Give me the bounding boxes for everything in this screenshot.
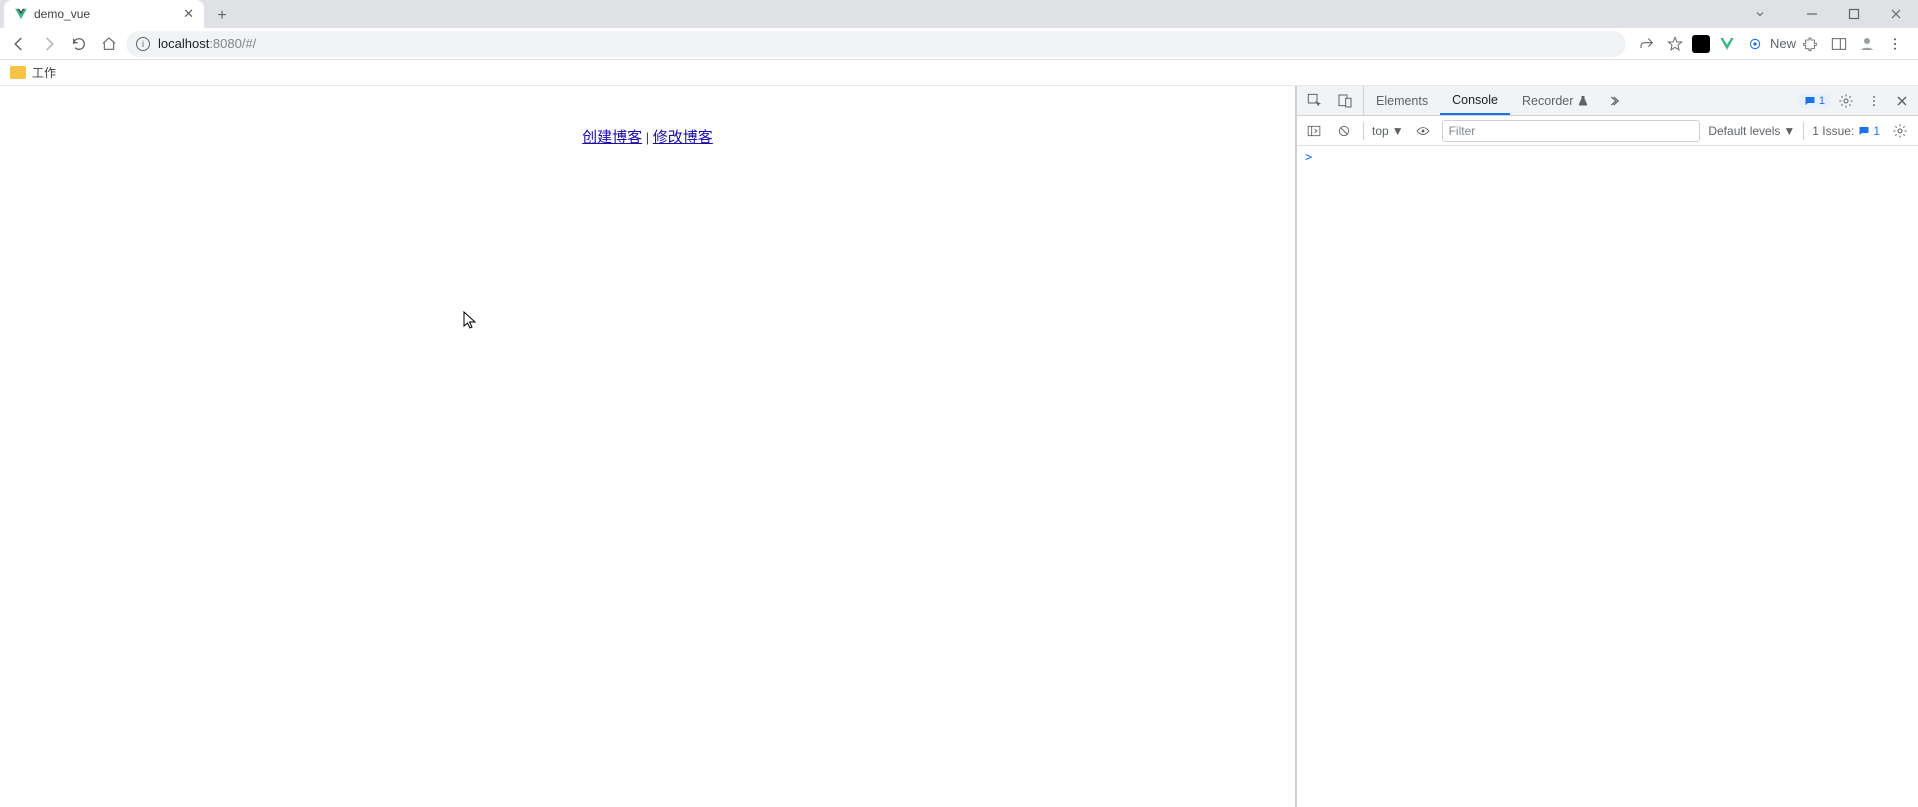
- tab-title: demo_vue: [34, 7, 177, 21]
- inspect-element-button[interactable]: [1303, 89, 1327, 113]
- tab-strip: demo_vue ✕ +: [0, 0, 1918, 28]
- side-panel-button[interactable]: [1828, 33, 1850, 55]
- info-icon[interactable]: i: [136, 37, 150, 51]
- close-devtools-button[interactable]: [1890, 89, 1914, 113]
- close-tab-icon[interactable]: ✕: [183, 6, 194, 22]
- url-text: localhost:8080/#/: [158, 36, 256, 51]
- maximize-button[interactable]: [1836, 0, 1872, 28]
- vue-favicon-icon: [14, 7, 28, 21]
- page-content: 创建博客 | 修改博客: [0, 86, 1295, 147]
- reload-button[interactable]: [66, 31, 92, 57]
- forward-button[interactable]: [36, 31, 62, 57]
- console-body[interactable]: >: [1297, 146, 1918, 807]
- chevron-down-icon: ▼: [1783, 124, 1795, 138]
- folder-icon: [10, 66, 26, 79]
- page-viewport: 创建博客 | 修改博客: [0, 86, 1296, 807]
- devtools-menu-button[interactable]: [1862, 89, 1886, 113]
- profile-button[interactable]: [1856, 33, 1878, 55]
- settings-button[interactable]: [1834, 89, 1858, 113]
- back-button[interactable]: [6, 31, 32, 57]
- tab-recorder[interactable]: Recorder: [1510, 86, 1601, 115]
- devtools-panel: Elements Console Recorder 1 top ▼ Fil: [1296, 86, 1918, 807]
- extension-black-icon[interactable]: [1692, 35, 1710, 53]
- browser-tab[interactable]: demo_vue ✕: [4, 0, 204, 28]
- extensions-button[interactable]: [1800, 33, 1822, 55]
- prompt-caret: >: [1305, 150, 1312, 164]
- minimize-button[interactable]: [1794, 0, 1830, 28]
- address-right-icons: New: [1630, 33, 1912, 55]
- tab-console[interactable]: Console: [1440, 86, 1510, 115]
- levels-label: Default levels: [1708, 124, 1780, 138]
- tab-elements[interactable]: Elements: [1364, 86, 1440, 115]
- tab-recorder-label: Recorder: [1522, 94, 1573, 108]
- bookmark-folder-label[interactable]: 工作: [32, 64, 56, 81]
- filter-input[interactable]: Filter: [1442, 120, 1701, 142]
- issues-indicator[interactable]: 1 Issue: 1: [1812, 124, 1880, 138]
- cursor-icon: [463, 311, 477, 329]
- live-expression-button[interactable]: [1412, 120, 1434, 142]
- menu-button[interactable]: [1884, 33, 1906, 55]
- messages-badge[interactable]: 1: [1799, 94, 1830, 108]
- sidebar-toggle-button[interactable]: [1303, 120, 1325, 142]
- vue-devtools-icon[interactable]: [1716, 33, 1738, 55]
- edit-blog-link[interactable]: 修改博客: [653, 129, 713, 146]
- issues-label: 1 Issue:: [1812, 124, 1854, 138]
- separator: [1363, 122, 1364, 140]
- new-badge-text: New: [1770, 36, 1796, 51]
- messages-count: 1: [1819, 95, 1825, 107]
- context-label: top: [1372, 124, 1389, 138]
- clear-console-button[interactable]: [1333, 120, 1355, 142]
- flask-icon: [1577, 95, 1589, 107]
- context-selector[interactable]: top ▼: [1372, 124, 1404, 138]
- issues-count: 1: [1873, 124, 1880, 138]
- filter-placeholder: Filter: [1449, 124, 1476, 138]
- message-icon: [1858, 125, 1870, 137]
- log-levels-selector[interactable]: Default levels ▼: [1708, 124, 1795, 138]
- extension-target-icon[interactable]: [1744, 33, 1766, 55]
- devtools-tabbar: Elements Console Recorder 1: [1297, 86, 1918, 116]
- close-window-button[interactable]: [1878, 0, 1914, 28]
- window-controls: [1742, 0, 1918, 28]
- tabs-overflow-button[interactable]: [1601, 94, 1631, 108]
- create-blog-link[interactable]: 创建博客: [582, 129, 642, 146]
- tab-search-button[interactable]: [1742, 0, 1778, 28]
- message-icon: [1804, 95, 1816, 107]
- link-separator: |: [642, 130, 653, 145]
- console-toolbar: top ▼ Filter Default levels ▼ 1 Issue: 1: [1297, 116, 1918, 146]
- chevron-down-icon: ▼: [1392, 124, 1404, 138]
- new-tab-button[interactable]: +: [208, 4, 236, 28]
- bookmarks-bar: 工作: [0, 60, 1918, 86]
- console-settings-button[interactable]: [1888, 119, 1912, 143]
- home-button[interactable]: [96, 31, 122, 57]
- url-path: :8080/#/: [209, 36, 256, 51]
- separator: [1803, 122, 1804, 140]
- device-toolbar-button[interactable]: [1333, 89, 1357, 113]
- url-host: localhost: [158, 36, 209, 51]
- address-bar: i localhost:8080/#/ New: [0, 28, 1918, 60]
- star-icon[interactable]: [1664, 33, 1686, 55]
- workspace: 创建博客 | 修改博客 Elements Console Recorder 1: [0, 86, 1918, 807]
- omnibox[interactable]: i localhost:8080/#/: [126, 31, 1626, 57]
- extension-new-badge-icon[interactable]: New: [1772, 33, 1794, 55]
- share-icon[interactable]: [1636, 33, 1658, 55]
